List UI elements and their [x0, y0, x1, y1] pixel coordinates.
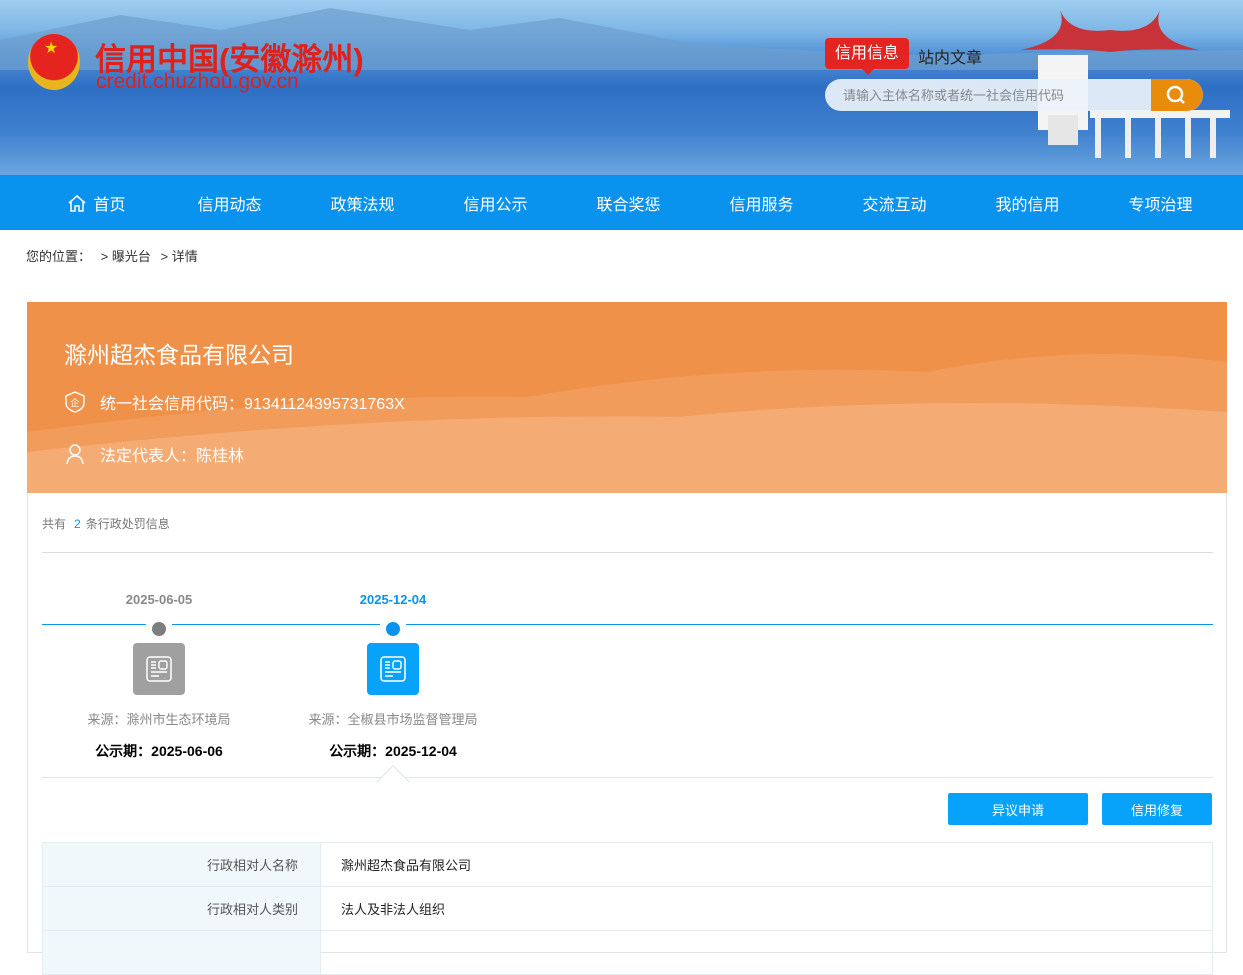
nav-home[interactable]: 首页	[30, 191, 163, 215]
nav-label: 首页	[93, 196, 126, 214]
nav-credit-news[interactable]: 信用动态	[163, 191, 296, 215]
person-icon	[66, 444, 84, 465]
nav-interaction[interactable]: 交流互动	[828, 191, 961, 215]
company-name: 滁州超杰食品有限公司	[64, 342, 294, 368]
nav-rewards-penalties[interactable]: 联合奖惩	[562, 191, 695, 215]
penalty-count: 共有 2 条行政处罚信息	[42, 515, 170, 532]
main-nav: 首页 信用动态 政策法规 信用公示 联合奖惩 信用服务 交流互动 我的信用 专项…	[0, 175, 1243, 230]
timeline-source: 来源：全椒县市场监督管理局	[308, 712, 478, 727]
national-emblem-logo: ★	[28, 34, 80, 90]
header-banner: ★ 信用中国(安徽滁州) credit.chuzhou.gov.cn 信用信息 …	[0, 0, 1243, 175]
count-value: 2	[74, 517, 81, 531]
timeline-public-date: 公示期：2025-12-04	[329, 743, 457, 759]
site-url: credit.chuzhou.gov.cn	[96, 70, 299, 93]
timeline-public-date: 公示期：2025-06-06	[95, 743, 223, 759]
timeline-date: 2025-06-05	[125, 592, 193, 607]
legal-rep-row: 法定代表人：陈桂林	[64, 442, 244, 466]
timeline-dot	[152, 622, 166, 636]
breadcrumb: 您的位置： > 曝光台 > 详情	[26, 246, 204, 265]
detail-table: 行政相对人名称 滁州超杰食品有限公司 行政相对人类别 法人及非法人组织	[42, 842, 1213, 975]
search-input[interactable]	[825, 79, 1151, 111]
field-value: 滁州超杰食品有限公司	[320, 842, 1213, 887]
document-icon	[367, 643, 419, 695]
objection-button[interactable]: 异议申请	[948, 793, 1088, 825]
count-suffix: 条行政处罚信息	[85, 517, 170, 531]
legal-rep-value: 陈桂林	[196, 448, 245, 465]
enterprise-shield-icon: 企	[65, 391, 85, 413]
search-tab-site-articles[interactable]: 站内文章	[918, 44, 982, 68]
timeline-source: 来源：滁州市生态环境局	[87, 712, 231, 727]
field-label: 行政相对人类别	[42, 886, 321, 931]
credit-code-row: 企 统一社会信用代码：91341124395731763X	[64, 390, 405, 414]
timeline-node-active[interactable]: 2025-12-04 来源：全椒县市场监督管理局 公示期：2025-12-04	[273, 592, 513, 761]
document-icon	[133, 643, 185, 695]
nav-my-credit[interactable]: 我的信用	[961, 191, 1094, 215]
field-value	[320, 930, 1213, 975]
penalty-card: 共有 2 条行政处罚信息 2025-06-05 来源：滁州市生态环境局 公示期：20…	[27, 493, 1227, 975]
breadcrumb-label: 您的位置：	[26, 249, 92, 264]
table-row: 行政相对人名称 滁州超杰食品有限公司	[42, 842, 1213, 887]
search-tab-credit-info[interactable]: 信用信息	[825, 38, 909, 75]
divider	[42, 777, 1213, 778]
divider	[42, 552, 1213, 553]
nav-special[interactable]: 专项治理	[1094, 191, 1227, 215]
timeline-date: 2025-12-04	[359, 592, 427, 607]
count-prefix: 共有	[42, 517, 67, 531]
credit-repair-button[interactable]: 信用修复	[1102, 793, 1212, 825]
home-icon	[68, 194, 86, 212]
nav-credit-service[interactable]: 信用服务	[695, 191, 828, 215]
legal-rep-label: 法定代表人：	[100, 448, 197, 465]
breadcrumb-exposure[interactable]: > 曝光台	[101, 249, 151, 264]
company-header: 滁州超杰食品有限公司 企 统一社会信用代码：91341124395731763X…	[27, 302, 1227, 493]
search-bar	[825, 79, 1203, 111]
active-pointer	[376, 765, 410, 799]
svg-text:企: 企	[70, 397, 79, 408]
nav-policy[interactable]: 政策法规	[296, 191, 429, 215]
field-label: 行政相对人名称	[42, 842, 321, 887]
nav-credit-public[interactable]: 信用公示	[429, 191, 562, 215]
field-label	[42, 930, 321, 975]
credit-code-label: 统一社会信用代码：	[100, 396, 245, 413]
timeline-node[interactable]: 2025-06-05 来源：滁州市生态环境局 公示期：2025-06-06	[39, 592, 279, 761]
field-value: 法人及非法人组织	[320, 886, 1213, 931]
search-button[interactable]	[1151, 79, 1203, 111]
table-row	[42, 930, 1213, 975]
timeline-dot	[386, 622, 400, 636]
breadcrumb-detail: > 详情	[160, 249, 198, 264]
table-row: 行政相对人类别 法人及非法人组织	[42, 886, 1213, 931]
credit-code-value: 91341124395731763X	[244, 396, 405, 413]
search-icon	[1166, 85, 1185, 104]
